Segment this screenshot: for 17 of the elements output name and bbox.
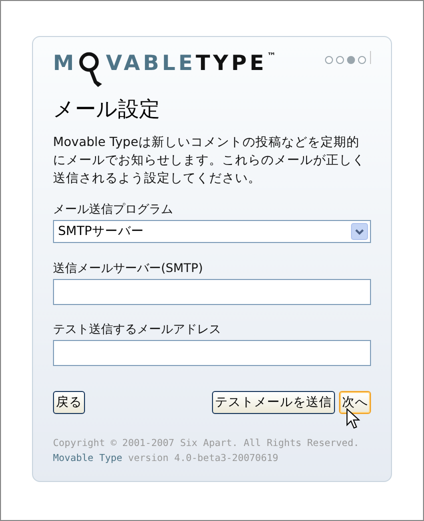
version-text: version 4.0-beta3-20070619: [128, 453, 278, 464]
input-field[interactable]: [53, 340, 371, 366]
intro-text: Movable Typeは新しいコメントの投稿などを定期的にメールでお知らせします。これらのメールが正しく送信されるよう設定してください。: [53, 133, 366, 187]
back-button[interactable]: 戻る: [53, 391, 85, 414]
select-field[interactable]: SMTPサーバー: [53, 220, 371, 243]
page-title: メール設定: [53, 96, 161, 123]
action-button[interactable]: テストメールを送信: [212, 391, 335, 414]
progress-indicator: [325, 51, 371, 64]
copyright-text: Copyright © 2001-2007 Six Apart. All Rights Reserved.: [53, 437, 360, 451]
field-label: テスト送信するメールアドレス: [53, 321, 222, 338]
field-label: 送信メールサーバー(SMTP): [53, 260, 204, 277]
product-link[interactable]: Movable Type: [53, 453, 122, 464]
logo: M VABLETYPE™: [53, 51, 276, 89]
field-label: メール送信プログラム: [53, 201, 174, 218]
input-field[interactable]: [53, 279, 371, 305]
dropdown-icon: [351, 223, 368, 240]
cursor-icon: [346, 408, 360, 430]
